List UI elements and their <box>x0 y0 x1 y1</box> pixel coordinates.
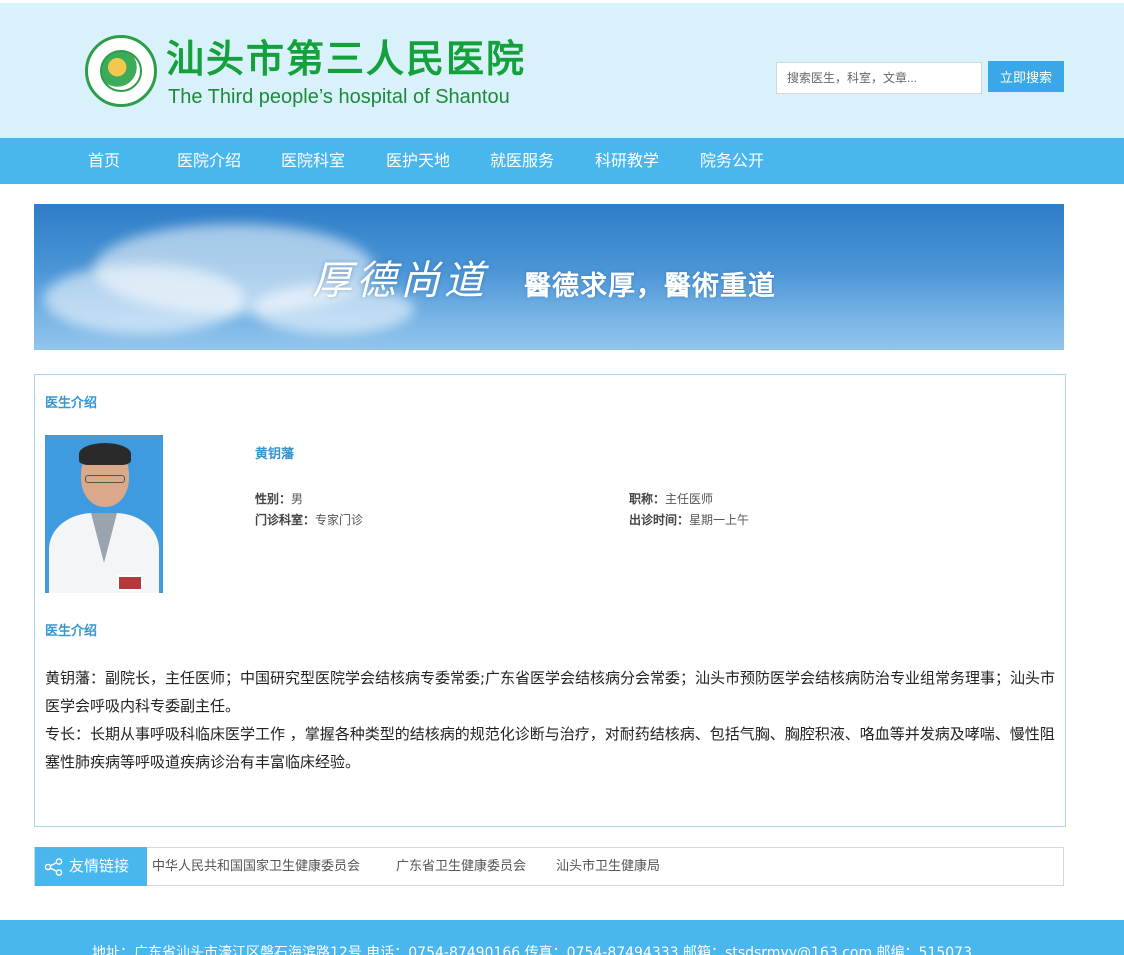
friendly-links-label: 友情链接 <box>35 847 147 886</box>
doctor-department: 门诊科室：专家门诊 <box>255 511 363 528</box>
logo-chinese-name[interactable]: 汕头市第三人民医院 <box>166 35 526 83</box>
photo-glasses <box>85 475 125 483</box>
photo-hair <box>79 443 131 465</box>
link-shantou-health-bureau[interactable]: 汕头市卫生健康局 <box>556 848 660 885</box>
doctor-photo <box>45 435 163 593</box>
nav-item-patient-services[interactable]: 就医服务 <box>490 138 554 184</box>
site-footer: 地址：广东省汕头市濠江区磐石海滨路12号 电话：0754-87490166 传真… <box>0 920 1124 955</box>
link-national-health-commission[interactable]: 中华人民共和国国家卫生健康委员会 <box>152 848 360 885</box>
doctor-bio: 黄钥藩：副院长，主任医师；中国研究型医院学会结核病专委常委;广东省医学会结核病分… <box>45 664 1057 776</box>
banner-cloud <box>44 264 244 334</box>
bio-paragraph-expertise: 专长：长期从事呼吸科临床医学工作 ，掌握各种类型的结核病的规范化诊断与治疗，对耐… <box>45 725 1055 771</box>
hero-banner: 厚德尚道 醫德求厚，醫術重道 <box>34 204 1064 350</box>
schedule-value: 星期一上午 <box>689 513 750 527</box>
department-value: 专家门诊 <box>315 513 364 527</box>
doctor-detail-panel: 医生介绍 黄钥藩 性别：男 职称：主任医师 门诊科室：专家门诊 出诊时间：星期一… <box>34 374 1066 827</box>
main-nav: 首页 医院介绍 医院科室 医护天地 就医服务 科研教学 院务公开 <box>0 138 1124 184</box>
title-label: 职称： <box>629 492 666 506</box>
department-label: 门诊科室： <box>255 513 316 527</box>
logo-english-name[interactable]: The Third people’s hospital of Shantou <box>168 85 510 109</box>
hospital-logo-icon[interactable] <box>85 35 157 107</box>
schedule-label: 出诊时间： <box>629 513 690 527</box>
nav-item-public-affairs[interactable]: 院务公开 <box>700 138 764 184</box>
share-icon <box>44 858 63 876</box>
bio-section-title: 医生介绍 <box>45 624 98 639</box>
friendly-links-bar: 友情链接 中华人民共和国国家卫生健康委员会 广东省卫生健康委员会 汕头市卫生健康… <box>34 847 1064 886</box>
bio-paragraph-profile: 黄钥藩：副院长，主任医师；中国研究型医院学会结核病专委常委;广东省医学会结核病分… <box>45 669 1056 715</box>
nav-item-research-teaching[interactable]: 科研教学 <box>595 138 659 184</box>
doctor-title: 职称：主任医师 <box>629 490 713 507</box>
site-header: 汕头市第三人民医院 The Third people’s hospital of… <box>0 0 1124 138</box>
gender-label: 性别： <box>255 492 292 506</box>
nav-item-about[interactable]: 医院介绍 <box>177 138 241 184</box>
photo-badge <box>117 575 143 591</box>
friendly-links-label-text: 友情链接 <box>69 857 130 875</box>
search-input[interactable] <box>776 62 982 94</box>
nav-item-medical-staff[interactable]: 医护天地 <box>386 138 450 184</box>
doctor-gender: 性别：男 <box>255 490 303 507</box>
banner-calligraphy: 厚德尚道 <box>312 258 488 304</box>
link-guangdong-health-commission[interactable]: 广东省卫生健康委员会 <box>396 848 526 885</box>
doctor-name: 黄钥藩 <box>255 447 295 462</box>
doctor-schedule: 出诊时间：星期一上午 <box>629 511 749 528</box>
search-button[interactable]: 立即搜索 <box>988 61 1064 92</box>
footer-contact-info: 地址：广东省汕头市濠江区磐石海滨路12号 电话：0754-87490166 传真… <box>92 945 972 955</box>
nav-item-home[interactable]: 首页 <box>88 138 120 184</box>
doctor-section-title: 医生介绍 <box>45 396 98 411</box>
gender-value: 男 <box>291 492 304 506</box>
logo-emblem-core <box>100 50 142 92</box>
title-value: 主任医师 <box>665 492 714 506</box>
nav-item-departments[interactable]: 医院科室 <box>281 138 345 184</box>
banner-slogan: 醫德求厚，醫術重道 <box>524 271 776 302</box>
